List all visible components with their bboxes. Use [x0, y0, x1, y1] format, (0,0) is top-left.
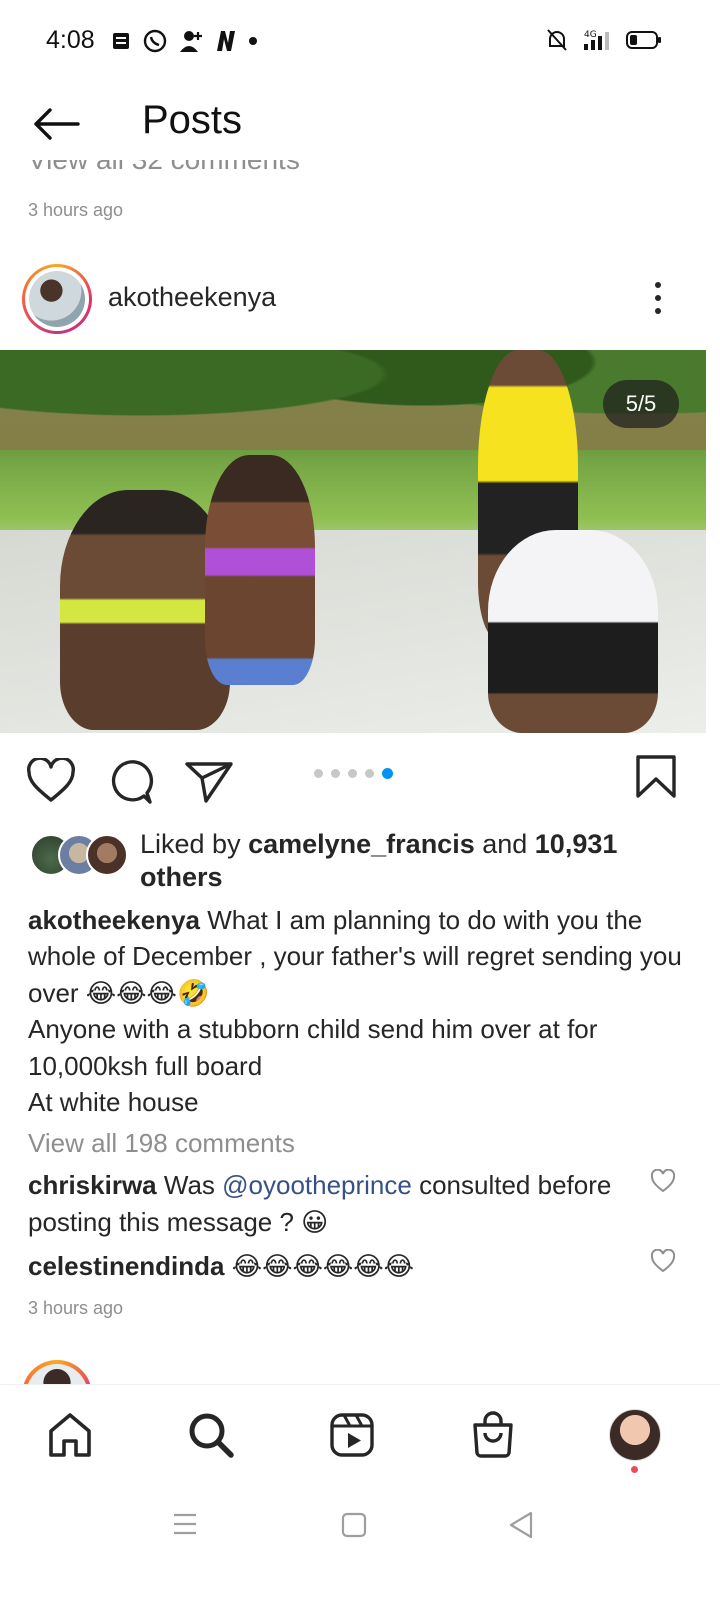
comment-text: 😂😂😂😂😂😂	[224, 1251, 415, 1281]
more-dot	[655, 308, 661, 314]
more-options-button[interactable]	[640, 276, 676, 320]
reels-icon	[330, 1413, 374, 1457]
next-avatar-image	[26, 1364, 88, 1384]
whatsapp-icon	[143, 29, 167, 53]
shop-icon	[473, 1411, 513, 1458]
share-send-icon[interactable]	[184, 760, 234, 804]
page-title: Posts	[142, 98, 243, 142]
back-arrow-icon	[34, 108, 80, 140]
bottom-navigation	[0, 1384, 720, 1485]
previous-view-comments[interactable]: View all 32 comments	[28, 160, 300, 186]
status-right-icons: 4G	[546, 28, 662, 52]
previous-post-time: 3 hours ago	[28, 200, 124, 220]
comment-mention[interactable]: @oyootheprince	[222, 1170, 412, 1200]
comment-item: celestinendinda 😂😂😂😂😂😂	[28, 1248, 628, 1285]
nav-reels[interactable]	[322, 1405, 382, 1465]
image-person	[205, 455, 315, 685]
battery-icon	[626, 31, 661, 49]
comment-username[interactable]: chriskirwa	[28, 1170, 157, 1200]
status-time: 4:08	[46, 26, 95, 54]
more-dot	[655, 282, 661, 288]
carousel-indicator	[314, 768, 393, 779]
comment-like-heart-icon[interactable]	[650, 1249, 676, 1273]
image-counter-badge: 5/5	[603, 380, 679, 428]
back-button[interactable]	[28, 100, 84, 148]
carousel-dot	[348, 769, 357, 778]
mute-icon	[547, 29, 567, 51]
search-icon	[189, 1413, 234, 1458]
caption-text: What I am planning to do with you the wh…	[28, 905, 682, 1118]
liker-username[interactable]: camelyne_francis	[248, 829, 475, 859]
svg-text:4G: 4G	[584, 30, 597, 40]
menu-icon[interactable]	[172, 1512, 198, 1536]
post-caption: akotheekenya What I am planning to do wi…	[28, 902, 688, 1120]
post-timestamp: 3 hours ago	[28, 1298, 124, 1318]
nav-home[interactable]	[40, 1405, 100, 1465]
post-username[interactable]: akotheekenya	[108, 282, 276, 313]
likes-prefix: Liked by	[140, 829, 249, 859]
image-person	[488, 530, 658, 733]
comment-username[interactable]: celestinendinda	[28, 1251, 225, 1281]
signal-4g-icon: 4G	[584, 30, 609, 50]
likes-middle: and	[474, 829, 535, 859]
nav-shop[interactable]	[463, 1405, 523, 1465]
image-trees	[0, 350, 706, 470]
liker-avatars[interactable]	[30, 834, 128, 876]
bookmark-icon[interactable]	[634, 754, 678, 800]
add-person-icon	[180, 31, 202, 52]
system-navigation-bar	[0, 1484, 720, 1600]
comment-like-heart-icon[interactable]	[650, 1169, 676, 1193]
nav-profile[interactable]	[605, 1405, 665, 1465]
post-author-avatar[interactable]	[22, 264, 92, 334]
carousel-dot	[314, 769, 323, 778]
more-dot	[655, 295, 661, 301]
dot-icon	[249, 37, 257, 45]
next-post-avatar[interactable]	[22, 1360, 92, 1384]
status-bar: 4:08 4G	[0, 0, 720, 88]
nav-search[interactable]	[181, 1405, 241, 1465]
like-heart-icon[interactable]	[26, 758, 76, 804]
home-square-icon[interactable]	[341, 1512, 367, 1538]
caption-username[interactable]: akotheekenya	[28, 905, 200, 935]
sim-icon	[113, 33, 129, 49]
netflix-icon	[217, 31, 235, 51]
liker-avatar	[86, 834, 128, 876]
carousel-dot	[331, 769, 340, 778]
post-image[interactable]	[0, 350, 706, 733]
carousel-dot	[365, 769, 374, 778]
view-all-comments-link[interactable]: View all 198 comments	[28, 1128, 295, 1159]
profile-notification-dot	[631, 1466, 638, 1473]
app-header: Posts	[0, 88, 720, 160]
profile-avatar	[609, 1409, 661, 1461]
comment-icon[interactable]	[106, 758, 154, 806]
status-left-icons	[110, 28, 258, 54]
comment-item: chriskirwa Was @oyootheprince consulted …	[28, 1167, 628, 1240]
carousel-dot-active	[382, 768, 393, 779]
home-icon	[49, 1413, 91, 1457]
comment-text: Was	[156, 1170, 223, 1200]
avatar-image	[29, 271, 85, 327]
next-avatar-ring	[22, 1360, 92, 1384]
back-triangle-icon[interactable]	[508, 1510, 534, 1540]
likes-summary[interactable]: Liked by camelyne_francis and 10,931 oth…	[140, 828, 700, 894]
avatar-border	[25, 267, 89, 331]
